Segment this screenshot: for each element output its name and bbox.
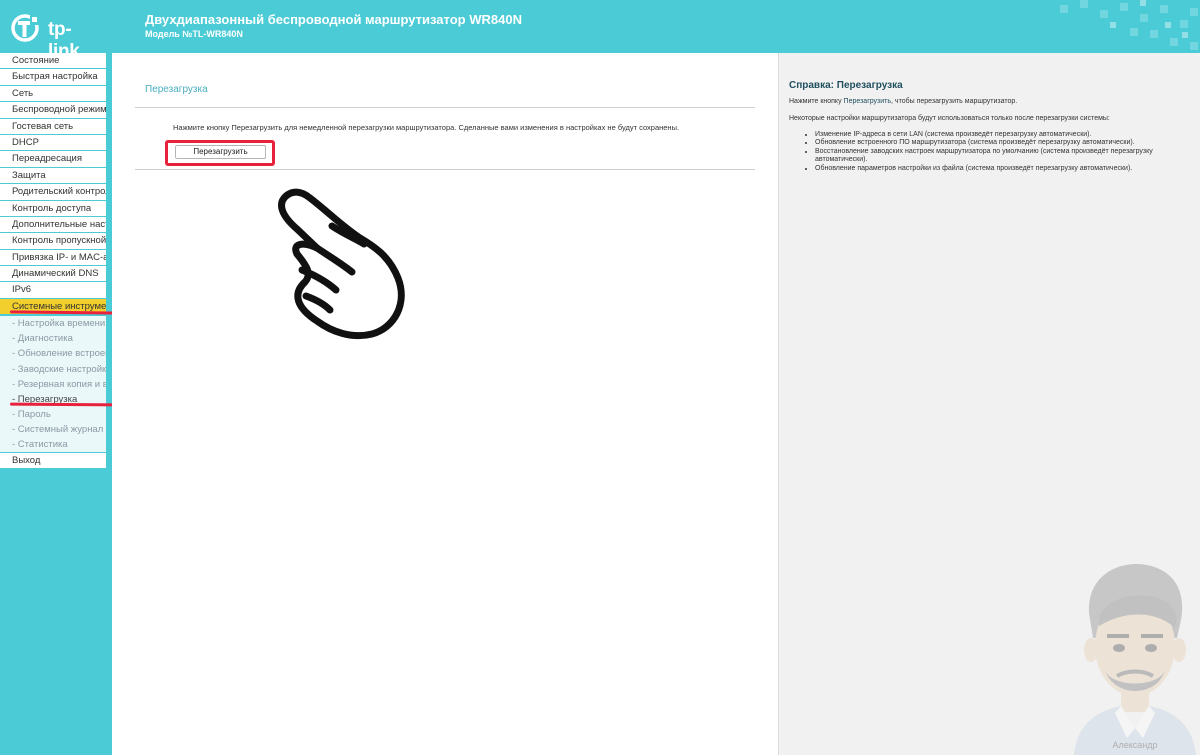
sidebar-item-network[interactable]: Сеть xyxy=(0,85,106,103)
sidebar-subitem-factory-defaults[interactable]: - Заводские настройки xyxy=(0,361,106,377)
header-title: Двухдиапазонный беспроводной маршрутизат… xyxy=(145,12,522,27)
sidebar-item-dynamic-dns[interactable]: Динамический DNS xyxy=(0,266,106,283)
watermark-text: Александр xyxy=(1112,740,1157,750)
sidebar-item-security[interactable]: Защита xyxy=(0,167,106,185)
help-intro-prefix: Нажмите кнопку xyxy=(789,98,844,105)
sidebar-item-access-control[interactable]: Контроль доступа xyxy=(0,200,106,217)
help-panel: Справка: Перезагрузка Нажмите кнопку Пер… xyxy=(778,53,1200,755)
sidebar-subitem-diagnostics[interactable]: - Диагностика xyxy=(0,331,106,347)
tp-link-logo[interactable]: tp-link xyxy=(10,13,100,53)
sidebar-subitem-statistics[interactable]: - Статистика xyxy=(0,437,106,453)
author-avatar-watermark: Александр xyxy=(1074,563,1196,755)
sidebar-subitem-firmware-upgrade[interactable]: - Обновление встроенного ПО xyxy=(0,346,106,362)
sidebar-item-parental-control[interactable]: Родительский контроль xyxy=(0,184,106,201)
help-intro: Нажмите кнопку Перезагрузить, чтобы пере… xyxy=(789,98,1017,105)
help-list-item: Обновление параметров настройки из файла… xyxy=(815,165,1195,173)
sidebar-item-logout[interactable]: Выход xyxy=(0,453,106,470)
sidebar-item-advanced-routing[interactable]: Дополнительные настройки маршрутизации xyxy=(0,216,106,234)
help-list-item: Обновление встроенного ПО маршрутизатора… xyxy=(815,139,1195,147)
help-note: Некоторые настройки маршрутизатора будут… xyxy=(789,115,1110,122)
sidebar-subitem-time-settings[interactable]: - Настройка времени xyxy=(0,316,106,332)
page-title: Перезагрузка xyxy=(145,84,208,95)
sidebar-item-bandwidth-control[interactable]: Контроль пропускной способности xyxy=(0,233,106,250)
main-content: Перезагрузка Нажмите кнопку Перезагрузит… xyxy=(112,53,778,755)
reboot-button[interactable]: Перезагрузить xyxy=(175,145,266,159)
brand-name: tp-link xyxy=(48,19,80,53)
help-list: Изменение IP-адреса в сети LAN (система … xyxy=(815,131,1195,173)
tp-link-logo-icon xyxy=(11,14,40,42)
sidebar-subitem-password[interactable]: - Пароль xyxy=(0,406,106,422)
pointing-hand-icon xyxy=(278,188,405,340)
help-title: Справка: Перезагрузка xyxy=(789,80,903,91)
sidebar-item-dhcp[interactable]: DHCP xyxy=(0,134,106,152)
divider-top xyxy=(135,107,755,108)
sidebar-item-wireless[interactable]: Беспроводной режим xyxy=(0,102,106,119)
sidebar-menu: Состояние Быстрая настройка Сеть Беспров… xyxy=(0,53,106,470)
sidebar-item-guest-network[interactable]: Гостевая сеть xyxy=(0,118,106,135)
sidebar-item-forwarding[interactable]: Переадресация xyxy=(0,151,106,168)
sidebar-subitem-backup-restore[interactable]: - Резервная копия и восстановление xyxy=(0,376,106,392)
sidebar-item-ipv6[interactable]: IPv6 xyxy=(0,282,106,299)
header-bar: tp-link Двухдиапазонный беспроводной мар… xyxy=(0,0,1200,53)
divider-bottom xyxy=(135,169,755,170)
header-pattern-decoration xyxy=(1060,0,1198,50)
reboot-instruction: Нажмите кнопку Перезагрузить для немедле… xyxy=(173,123,680,132)
help-intro-suffix: , чтобы перезагрузить маршрутизатор. xyxy=(891,98,1018,105)
sidebar-item-status[interactable]: Состояние xyxy=(0,53,106,70)
header-model: Модель №TL-WR840N xyxy=(145,29,243,39)
sidebar-item-ip-mac-binding[interactable]: Привязка IP- и MAC-адресов xyxy=(0,249,106,267)
sidebar-item-quick-setup[interactable]: Быстрая настройка xyxy=(0,69,106,86)
sidebar-subitem-system-log[interactable]: - Системный журнал xyxy=(0,421,106,437)
help-intro-button-name: Перезагрузить xyxy=(843,98,892,105)
help-list-item: Восстановление заводских настроек маршру… xyxy=(815,148,1195,165)
